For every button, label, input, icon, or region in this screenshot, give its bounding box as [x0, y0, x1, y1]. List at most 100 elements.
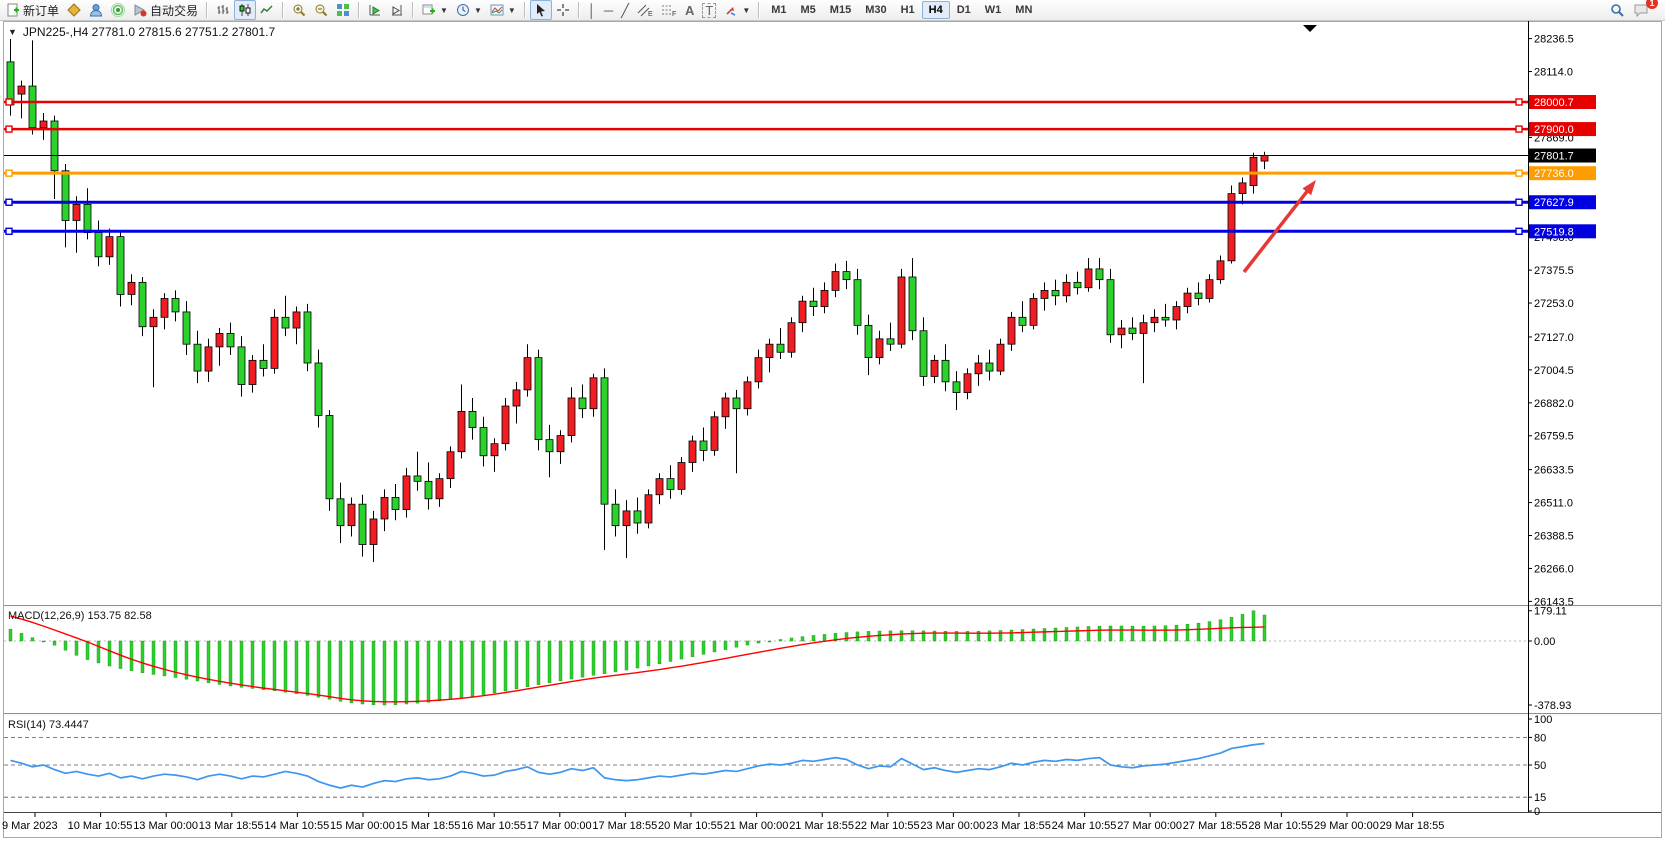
timeframe-d1-button[interactable]: D1	[950, 1, 978, 19]
macd-histogram-bar	[548, 641, 551, 683]
macd-histogram-bar	[636, 641, 639, 668]
text-tool-button[interactable]: A	[681, 0, 698, 20]
new-chart-button[interactable]: ▼	[418, 0, 452, 20]
candle	[1228, 186, 1235, 264]
line-handle[interactable]	[6, 99, 12, 105]
line-handle[interactable]	[1516, 228, 1522, 234]
macd-histogram-bar	[691, 641, 694, 657]
price-axis-label: 28114.0	[1534, 67, 1573, 79]
time-axis-label: 13 Mar 00:00	[133, 820, 198, 832]
macd-histogram-bar	[1109, 626, 1112, 641]
text-label-tool-button[interactable]: T	[698, 0, 720, 20]
time-axis-label: 24 Mar 10:55	[1052, 820, 1117, 832]
line-handle[interactable]	[1516, 199, 1522, 205]
time-axis-label: 17 Mar 00:00	[527, 820, 592, 832]
timeframe-m5-button[interactable]: M5	[794, 1, 823, 19]
timeframe-w1-button[interactable]: W1	[978, 1, 1009, 19]
macd-histogram-bar	[592, 641, 595, 675]
trendline-tool-button[interactable]: ╱	[617, 0, 633, 20]
macd-histogram-bar	[988, 631, 991, 641]
line-handle[interactable]	[1516, 170, 1522, 176]
time-axis-label: 23 Mar 18:55	[986, 820, 1051, 832]
line-handle[interactable]	[6, 199, 12, 205]
macd-axis-label: 0.00	[1534, 636, 1555, 648]
horizontal-line-icon: ─	[604, 4, 613, 17]
timeframe-h4-button[interactable]: H4	[922, 1, 950, 19]
rsi-axis-label: 15	[1534, 792, 1546, 804]
timeframe-m15-button[interactable]: M15	[823, 1, 858, 19]
time-axis-label: 16 Mar 10:55	[461, 820, 526, 832]
candle	[502, 398, 509, 450]
candle	[326, 410, 333, 511]
candlestick-chart-button[interactable]	[234, 0, 256, 20]
line-chart-button[interactable]	[256, 0, 278, 20]
price-axis-label: 26388.5	[1534, 531, 1574, 543]
tile-windows-button[interactable]	[332, 0, 354, 20]
line-handle[interactable]	[6, 170, 12, 176]
auto-scroll-button[interactable]	[364, 0, 386, 20]
signals-button[interactable]	[107, 0, 129, 20]
equidistant-channel-icon: E	[637, 3, 653, 17]
auto-trading-button[interactable]: 自动交易	[129, 0, 202, 20]
rsi-label: RSI(14) 73.4447	[8, 719, 89, 731]
one-click-dropdown-icon[interactable]: ▼	[8, 27, 17, 37]
auto-trading-label: 自动交易	[150, 2, 198, 19]
price-badge-label: 27736.0	[1534, 168, 1574, 180]
macd-histogram-bar	[1032, 629, 1035, 641]
new-order-button[interactable]: 新订单	[2, 0, 63, 20]
price-axis-label: 26511.0	[1534, 498, 1573, 510]
fibonacci-icon: F	[661, 3, 677, 17]
indicators-icon	[490, 3, 504, 17]
line-handle[interactable]	[1516, 126, 1522, 132]
line-handle[interactable]	[6, 228, 12, 234]
notifications-button[interactable]: 1	[1629, 0, 1653, 20]
macd-histogram-bar	[86, 641, 89, 660]
timeframe-m30-button[interactable]: M30	[858, 1, 893, 19]
macd-histogram-bar	[1252, 611, 1255, 641]
zoom-out-button[interactable]	[310, 0, 332, 20]
macd-histogram-bar	[449, 641, 452, 700]
candle	[997, 339, 1004, 375]
fibonacci-tool-button[interactable]: F	[657, 0, 681, 20]
channel-tool-button[interactable]: E	[633, 0, 657, 20]
macd-histogram-bar	[779, 639, 782, 641]
line-handle[interactable]	[6, 126, 12, 132]
price-axis-label: 27004.5	[1534, 365, 1574, 377]
macd-histogram-bar	[394, 641, 397, 705]
market-button[interactable]	[85, 0, 107, 20]
zoom-in-button[interactable]	[288, 0, 310, 20]
candle	[304, 304, 311, 371]
signals-icon	[111, 3, 125, 17]
notification-count-badge: 1	[1646, 0, 1658, 9]
line-handle[interactable]	[1516, 99, 1522, 105]
periodicity-button[interactable]: ▼	[452, 0, 486, 20]
macd-histogram-bar	[284, 641, 287, 692]
chart-background	[0, 21, 1665, 841]
bar-chart-button[interactable]	[212, 0, 234, 20]
macd-label: MACD(12,26,9) 153.75 82.58	[8, 610, 152, 622]
crosshair-tool-button[interactable]	[552, 0, 574, 20]
arrows-tool-button[interactable]: ▼	[720, 0, 754, 20]
toolbar: 新订单 自动交易 ▼ ▼	[0, 0, 1665, 21]
cursor-tool-button[interactable]	[530, 0, 552, 20]
metaeditor-button[interactable]	[63, 0, 85, 20]
time-axis-label: 9 Mar 2023	[2, 820, 58, 832]
time-axis-label: 27 Mar 18:55	[1183, 820, 1248, 832]
timeframe-h1-button[interactable]: H1	[894, 1, 922, 19]
macd-histogram-bar	[306, 641, 309, 695]
timeframe-m1-button[interactable]: M1	[764, 1, 793, 19]
macd-histogram-bar	[1087, 626, 1090, 641]
chart-shift-button[interactable]	[386, 0, 408, 20]
macd-histogram-bar	[1263, 615, 1266, 641]
horizontal-line-tool-button[interactable]: ─	[600, 0, 617, 20]
macd-histogram-bar	[130, 641, 133, 671]
indicators-button[interactable]: ▼	[486, 0, 520, 20]
vertical-line-tool-button[interactable]: │	[584, 0, 600, 20]
timeframe-mn-button[interactable]: MN	[1008, 1, 1039, 19]
search-button[interactable]	[1606, 0, 1629, 20]
macd-histogram-bar	[680, 641, 683, 659]
toolbar-separator	[358, 2, 360, 18]
macd-histogram-bar	[372, 641, 375, 705]
macd-histogram-bar	[207, 641, 210, 683]
price-badge-label: 27519.8	[1534, 226, 1574, 238]
